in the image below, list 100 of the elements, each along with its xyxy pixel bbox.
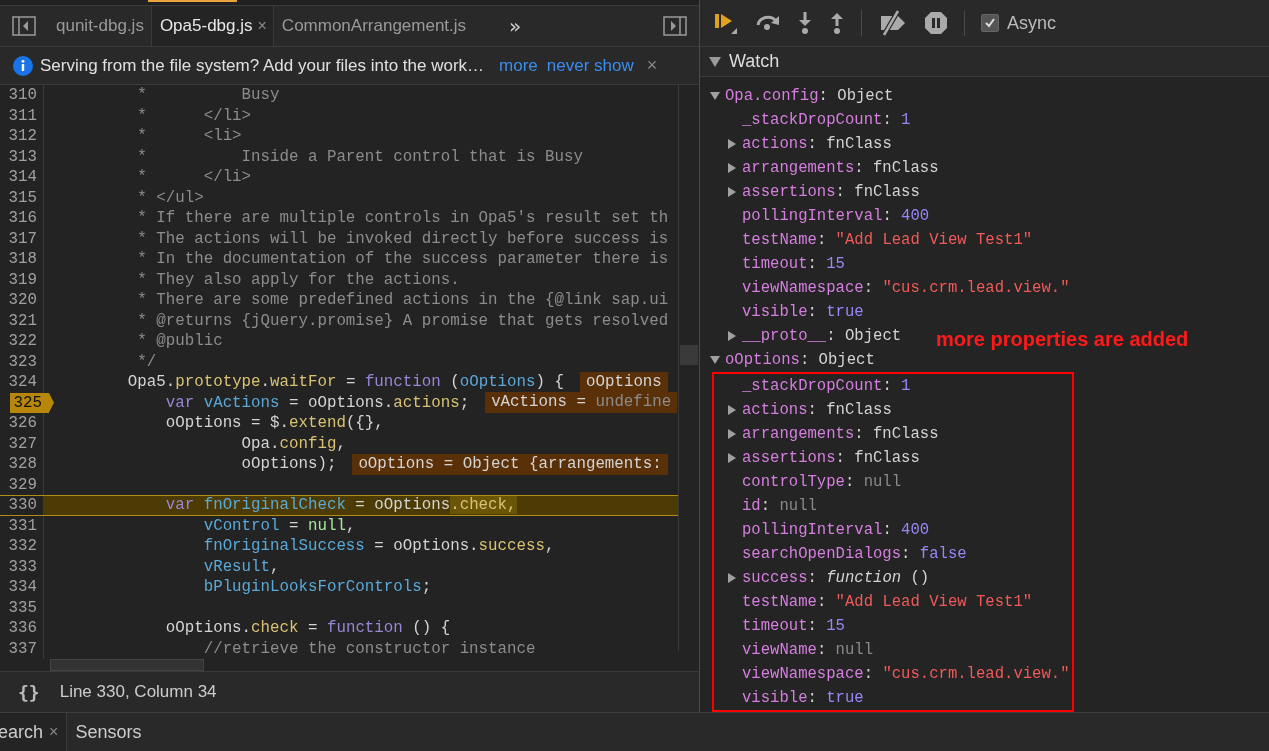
line-number: 328 bbox=[0, 454, 44, 475]
line-number: 315 bbox=[0, 187, 44, 208]
scrollbar-thumb[interactable] bbox=[680, 345, 698, 365]
line-number: 312 bbox=[0, 126, 44, 147]
code-text: oOptions.check = function () { bbox=[164, 619, 451, 638]
line-number: 323 bbox=[0, 351, 44, 372]
line-number: 311 bbox=[0, 105, 44, 126]
info-icon bbox=[13, 55, 33, 76]
code-text: * The actions will be invoked directly before success is bbox=[136, 229, 669, 248]
step-into-icon[interactable] bbox=[797, 10, 813, 36]
property-entry: _stackDropCount: 1 bbox=[742, 111, 911, 129]
inline-value: oOptions = Object {arrangements: bbox=[352, 453, 668, 475]
property-entry: id: null bbox=[742, 497, 817, 515]
deactivate-breakpoints-icon[interactable] bbox=[878, 10, 908, 36]
pause-icon[interactable] bbox=[924, 11, 948, 35]
file-tab[interactable]: Opa5-dbg.js × bbox=[150, 6, 274, 46]
disclosure-triangle-icon[interactable] bbox=[709, 56, 721, 67]
property-entry: __proto__: Object bbox=[742, 327, 902, 345]
line-number: 326 bbox=[0, 413, 44, 434]
property-entry: success: function () bbox=[742, 569, 930, 587]
property-entry: viewNamespace: "cus.crm.lead.view." bbox=[742, 665, 1070, 683]
property-entry: testName: "Add Lead View Test1" bbox=[742, 231, 1033, 249]
code-text: var vActions = oOptions.actions; bbox=[164, 393, 470, 412]
code-text: * </ul> bbox=[136, 188, 204, 207]
line-number: 322 bbox=[0, 331, 44, 352]
sidebar-toggle-icon[interactable] bbox=[663, 16, 687, 36]
line-number: 335 bbox=[0, 597, 44, 618]
code-text: * If there are multiple controls in Opa5's result set th bbox=[136, 209, 669, 228]
code-text: * </li> bbox=[136, 106, 252, 125]
format-button[interactable]: {} bbox=[18, 681, 40, 703]
code-text: * In the documentation of the success parameter there is bbox=[136, 250, 669, 269]
property-entry: actions: fnClass bbox=[742, 401, 892, 419]
code-text: //retrieve the constructor instance bbox=[202, 639, 536, 658]
async-label: Async bbox=[1007, 12, 1057, 34]
section-title[interactable]: Watch bbox=[729, 51, 780, 72]
disclosure-triangle-icon[interactable] bbox=[710, 355, 720, 365]
code-text: * Busy bbox=[136, 86, 280, 105]
disclosure-triangle-icon[interactable] bbox=[727, 405, 737, 415]
property-entry: viewName: null bbox=[742, 641, 874, 659]
disclosure-triangle-icon[interactable] bbox=[727, 139, 737, 149]
disclosure-triangle-icon[interactable] bbox=[727, 429, 737, 439]
file-tab[interactable]: CommonArrangement.js bbox=[273, 6, 474, 46]
info-message: Serving from the file system? Add your files into the work… bbox=[40, 55, 485, 76]
code-text: oOptions); bbox=[240, 455, 337, 474]
more-tabs-button[interactable]: » bbox=[509, 14, 522, 38]
disclosure-triangle-icon[interactable] bbox=[727, 331, 737, 341]
info-link[interactable]: more bbox=[499, 55, 538, 76]
cursor-position: Line 330, Column 34 bbox=[59, 682, 217, 702]
line-number: 318 bbox=[0, 249, 44, 270]
property-entry: controlType: null bbox=[742, 473, 902, 491]
file-tab[interactable]: qunit-dbg.js bbox=[48, 6, 151, 46]
line-number: 333 bbox=[0, 556, 44, 577]
disclosure-triangle-icon[interactable] bbox=[727, 163, 737, 173]
close-button[interactable]: × bbox=[646, 55, 658, 76]
line-number: 334 bbox=[0, 577, 44, 598]
code-text: vControl = null, bbox=[202, 516, 356, 535]
line-number: 321 bbox=[0, 310, 44, 331]
async-checkbox[interactable] bbox=[981, 14, 999, 32]
line-number: 327 bbox=[0, 433, 44, 454]
property-entry: Opa.config: Object bbox=[725, 87, 894, 105]
property-entry: oOptions: Object bbox=[725, 351, 875, 369]
code-text: Opa.config, bbox=[240, 434, 346, 453]
line-number: 316 bbox=[0, 208, 44, 229]
drawer-tab[interactable]: Sensors bbox=[67, 713, 150, 751]
disclosure-triangle-icon[interactable] bbox=[710, 91, 720, 101]
property-entry: visible: true bbox=[742, 303, 864, 321]
disclosure-triangle-icon[interactable] bbox=[727, 573, 737, 583]
disclosure-triangle-icon[interactable] bbox=[727, 453, 737, 463]
code-text: * There are some predefined actions in the {@link sap.ui bbox=[136, 291, 669, 310]
code-text: oOptions = $.extend({}, bbox=[164, 414, 384, 433]
code-text: bPluginLooksForControls; bbox=[202, 578, 432, 597]
line-number: 313 bbox=[0, 146, 44, 167]
step-out-icon[interactable] bbox=[829, 10, 845, 36]
code-text: * <li> bbox=[136, 127, 242, 146]
code-text: fnOriginalSuccess = oOptions.success, bbox=[202, 537, 555, 556]
property-entry: assertions: fnClass bbox=[742, 183, 920, 201]
code-text: * @returns {jQuery.promise} A promise that gets resolved bbox=[136, 311, 669, 330]
line-number: 310 bbox=[0, 85, 44, 106]
inline-value: vActions = undefine bbox=[485, 392, 678, 414]
annotation-text: more properties are added bbox=[936, 328, 1189, 351]
property-entry: actions: fnClass bbox=[742, 135, 892, 153]
property-entry: pollingInterval: 400 bbox=[742, 521, 930, 539]
code-text: */ bbox=[136, 352, 157, 371]
breakpoint-marker[interactable]: 325 bbox=[10, 392, 54, 413]
property-entry: arrangements: fnClass bbox=[742, 159, 939, 177]
property-entry: searchOpenDialogs: false bbox=[742, 545, 967, 563]
info-link[interactable]: never show bbox=[546, 55, 634, 76]
code-text: * </li> bbox=[136, 168, 252, 187]
line-number: 336 bbox=[0, 618, 44, 639]
line-number: 319 bbox=[0, 269, 44, 290]
code-text: * Inside a Parent control that is Busy bbox=[136, 147, 583, 166]
line-number: 331 bbox=[0, 515, 44, 536]
property-entry: testName: "Add Lead View Test1" bbox=[742, 593, 1033, 611]
property-entry: timeout: 15 bbox=[742, 617, 845, 635]
sidebar-toggle-icon[interactable] bbox=[12, 16, 36, 36]
property-entry: arrangements: fnClass bbox=[742, 425, 939, 443]
horizontal-scrollbar[interactable] bbox=[50, 659, 204, 671]
disclosure-triangle-icon[interactable] bbox=[727, 187, 737, 197]
property-entry: pollingInterval: 400 bbox=[742, 207, 930, 225]
line-number: 332 bbox=[0, 536, 44, 557]
